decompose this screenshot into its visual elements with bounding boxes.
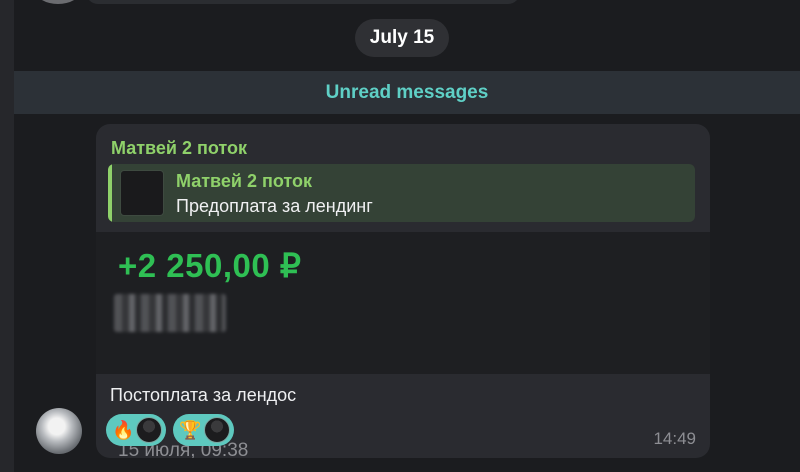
reply-accent-bar: [108, 164, 112, 222]
message-caption: Постоплата за лендос: [110, 385, 297, 405]
previous-avatar[interactable]: [36, 0, 80, 4]
message-bubble[interactable]: Матвей 2 поток Матвей 2 поток Предоплата…: [96, 124, 710, 458]
sender-avatar[interactable]: [36, 408, 82, 454]
previous-message-bubble: [86, 0, 520, 4]
sender-name[interactable]: Матвей 2 поток: [111, 138, 247, 159]
trophy-icon: 🏆: [179, 420, 202, 440]
fire-icon: 🔥: [112, 420, 135, 440]
unread-messages-bar: Unread messages: [14, 71, 800, 114]
reply-text: Предоплата за лендинг: [176, 196, 373, 216]
unread-messages-label: Unread messages: [325, 81, 489, 103]
reactor-avatar: [136, 417, 163, 443]
reaction-trophy[interactable]: 🏆: [173, 414, 234, 446]
reply-preview[interactable]: Матвей 2 поток Предоплата за лендинг: [108, 164, 695, 222]
blurred-sender-info: [114, 294, 226, 332]
reply-sender-name: Матвей 2 поток: [176, 171, 312, 191]
reactions-row: 🔥 🏆: [106, 414, 234, 446]
payment-amount: +2 250,00 ₽: [118, 247, 302, 284]
reactor-avatar: [203, 417, 230, 443]
payment-screenshot[interactable]: +2 250,00 ₽ 15 июля, 09:38: [96, 232, 710, 458]
date-separator[interactable]: July 15: [355, 19, 449, 57]
message-time: 14:49: [653, 429, 696, 448]
chat-list-edge: [0, 0, 14, 472]
reaction-fire[interactable]: 🔥: [106, 414, 167, 446]
reply-thumbnail: [120, 170, 164, 216]
